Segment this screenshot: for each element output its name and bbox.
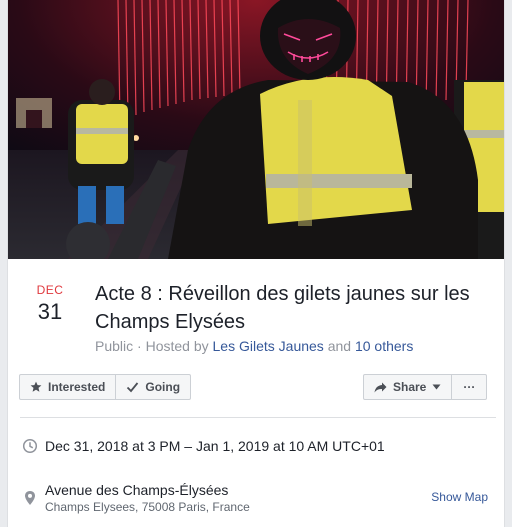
share-button[interactable]: Share [364, 375, 451, 399]
map-pin-icon [25, 491, 35, 505]
going-button[interactable]: Going [115, 375, 190, 399]
caret-down-icon [432, 384, 441, 390]
others-link[interactable]: 10 others [355, 338, 413, 354]
share-button-group: Share ··· [363, 374, 488, 400]
host-link[interactable]: Les Gilets Jaunes [213, 338, 324, 354]
hosted-by-text: · Hosted by [133, 338, 213, 354]
event-privacy: Public [95, 338, 134, 354]
event-title: Acte 8 : Réveillon des gilets jaunes sur… [95, 283, 470, 333]
interested-button[interactable]: Interested [20, 375, 115, 399]
event-day: 31 [37, 299, 63, 324]
details-divider [20, 417, 496, 418]
location-address: Champs Elysees, 75008 Paris, France [45, 500, 250, 514]
interested-label: Interested [48, 380, 106, 394]
more-options-button[interactable]: ··· [451, 375, 486, 399]
rsvp-button-group: Interested Going [19, 374, 192, 400]
star-icon [30, 381, 42, 392]
event-month: DEC [36, 283, 64, 297]
event-card: DEC 31 Acte 8 : Réveillon des gilets jau… [7, 0, 505, 527]
event-date-badge: DEC 31 [26, 283, 74, 325]
show-map-link[interactable]: Show Map [431, 490, 488, 504]
event-meta: Public · Hosted by Les Gilets Jaunes and… [95, 338, 413, 354]
share-arrow-icon [374, 382, 387, 392]
share-label: Share [393, 380, 427, 394]
clock-icon [22, 438, 38, 454]
location-name[interactable]: Avenue des Champs-Élysées [45, 482, 228, 498]
going-label: Going [145, 380, 181, 394]
cover-illustration [8, 0, 504, 259]
and-text: and [323, 338, 355, 354]
check-icon [127, 382, 139, 393]
event-cover-photo[interactable] [8, 0, 504, 259]
event-datetime: Dec 31, 2018 at 3 PM – Jan 1, 2019 at 10… [45, 438, 385, 454]
